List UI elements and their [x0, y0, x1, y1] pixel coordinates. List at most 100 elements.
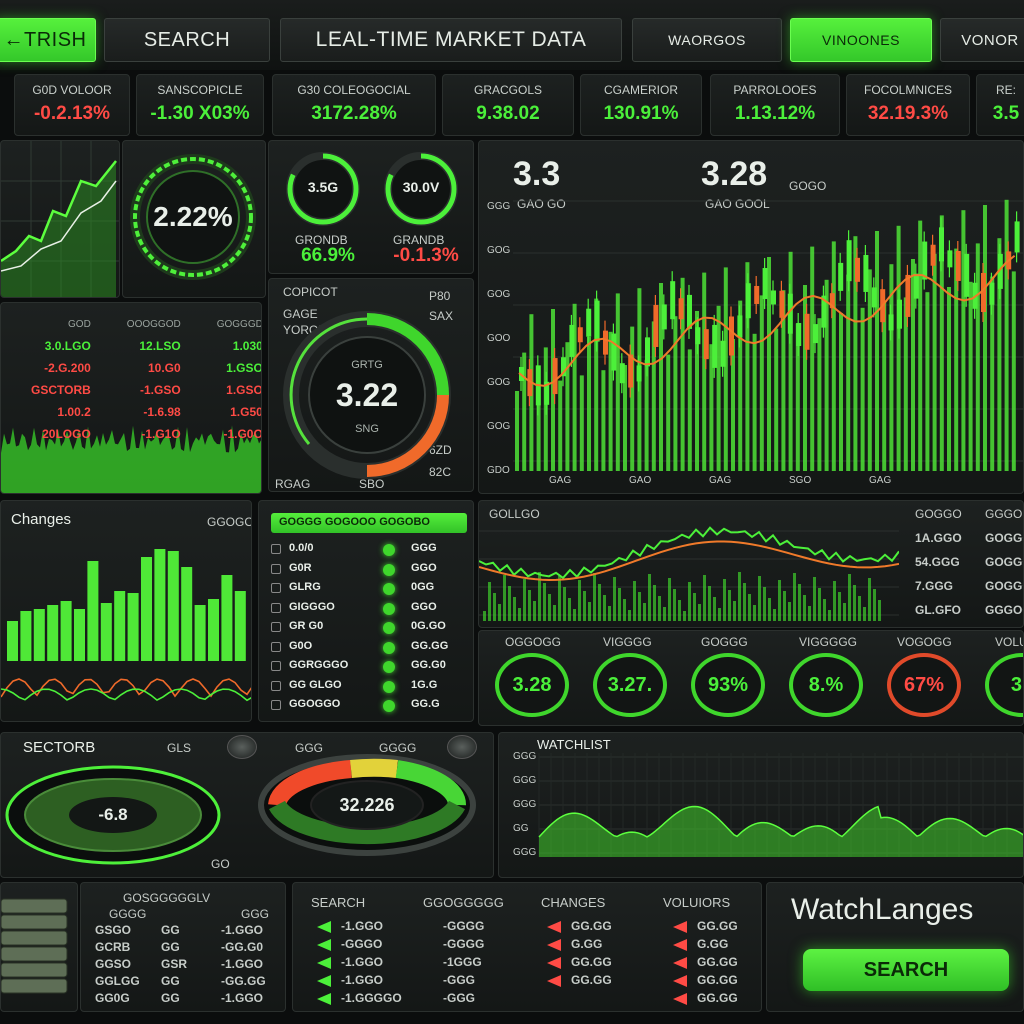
list-item[interactable]: GG GLGO 1G.G: [271, 678, 467, 696]
list-item[interactable]: GLRG 0GG: [271, 580, 467, 598]
volume-bar: [673, 589, 676, 621]
table-row[interactable]: -2.G.200 10.G0 1.GSO: [1, 357, 262, 379]
table-row[interactable]: GSCTORB -1.GSO 1.GSO: [1, 379, 261, 401]
table-cell: 1.GSO: [226, 361, 262, 375]
volume-bar: [613, 577, 616, 621]
volume-bar: [813, 577, 816, 621]
list-item[interactable]: GIGGGO GGO: [271, 600, 467, 618]
volume-bar: [673, 316, 678, 471]
volume-bar: [703, 575, 706, 621]
ring-inner: 3.5G: [307, 179, 339, 195]
candle: [947, 250, 953, 268]
sectors-right-value: 32.226: [339, 795, 395, 815]
volume-bar: [1011, 271, 1016, 471]
list-item-value: GGG: [411, 542, 437, 554]
volume-bar: [758, 576, 761, 621]
volume-bar: [668, 578, 671, 621]
volume-bar: [573, 609, 576, 621]
changes-bar-chart: [1, 549, 251, 702]
volume-bar: [648, 574, 651, 621]
candle: [863, 254, 869, 292]
list-item-icon: [271, 641, 281, 652]
ticker-card[interactable]: PARROLOOES 1.13.12%: [710, 74, 840, 136]
volume-bar: [587, 337, 591, 471]
back-button[interactable]: ←TRISH: [0, 18, 96, 62]
ticker-card[interactable]: GRACGOLS 9.38.02: [442, 74, 574, 136]
bottom-cell: -1GGG: [443, 955, 482, 969]
candle: [661, 304, 667, 330]
table-header-cell: OOOGGOD: [126, 318, 181, 330]
candle: [989, 282, 995, 305]
list-item-icon: [271, 544, 281, 554]
volume-bar: [533, 601, 536, 621]
list-item-name: 0.0/0: [289, 542, 314, 554]
metric-dial[interactable]: 67%: [887, 653, 961, 717]
table-row[interactable]: 3.0.LGO 12.LSO 1.030: [1, 335, 261, 357]
ticker-value: 9.38.02: [476, 103, 540, 124]
table-cell: -1.G1O: [141, 427, 181, 441]
search-button[interactable]: SEARCH: [104, 18, 270, 62]
change-bar: [208, 599, 219, 661]
list-item-value: GGO: [411, 561, 437, 574]
bottom-cell: -1.GGO: [221, 957, 264, 971]
volume-bar: [558, 380, 563, 471]
table-row[interactable]: 20LOGO -1.G1O -1.G0O: [1, 423, 261, 445]
volume-bar: [843, 603, 846, 621]
bottom-col0-sub-2: GGG: [241, 907, 270, 921]
metric-dial[interactable]: 3.27.: [593, 653, 667, 717]
mid-table-cell: 54.GGG: [915, 555, 960, 569]
bottom-cell: G.GG: [697, 937, 729, 951]
bottom-cell: -GGGO: [341, 937, 383, 951]
list-item[interactable]: 0.0/0 GGG: [271, 541, 467, 559]
ticker-card[interactable]: CGAMERIOR 130.91%: [580, 74, 702, 136]
watch-search-button[interactable]: SEARCH: [803, 949, 1009, 991]
metric-label: OGGOGG: [505, 635, 562, 649]
bottom-cell: GG: [161, 974, 180, 988]
metric-dial[interactable]: 93%: [691, 653, 765, 717]
bottom-cell: GGSO: [95, 957, 132, 971]
list-status-dot: [383, 602, 395, 615]
volume-bar: [925, 292, 930, 471]
table-cell: 1.G50: [230, 405, 262, 419]
bottom-cell: GG: [161, 923, 180, 937]
metric-dial[interactable]: 8.%: [789, 653, 863, 717]
volume-bar: [548, 594, 551, 621]
list-item[interactable]: GGOGGO GG.G: [271, 697, 467, 715]
mini-line-chart: [0, 140, 120, 298]
watch-panel-title: WatchLanges: [791, 893, 974, 926]
ticker-card[interactable]: FOCOLMNICES 32.19.3%: [846, 74, 970, 136]
volume-button[interactable]: VONOR: [940, 18, 1024, 62]
watch-y-label: GGG: [513, 847, 537, 858]
candle: [955, 250, 961, 281]
mid-chart-panel: GOLLGO GOGGO 1A.GGO 54.GGG 7.GGG GL.GFO GGGO G…: [478, 500, 1024, 628]
candle: [888, 314, 894, 331]
ticker-label: RE:: [995, 83, 1016, 97]
main-gauge-label: GRTG: [351, 359, 383, 371]
volumes-button[interactable]: VINOONES: [790, 18, 932, 62]
mid-table-cell: GGGOG: [985, 507, 1023, 521]
ticker-card[interactable]: G30 COLEOGOCIAL 3172.28%: [272, 74, 436, 136]
list-item-name: GG GLGO: [289, 678, 342, 691]
watch-y-label: GG: [513, 823, 529, 834]
table-row[interactable]: 1.00.2 -1.6.98 1.G50: [1, 401, 262, 423]
metric-dial[interactable]: 31: [985, 653, 1023, 717]
metric-dial[interactable]: 3.28: [495, 653, 569, 717]
bottom-col0-sub-1: GGGG: [109, 907, 147, 921]
list-header: GOGGG GOGOOO GOGOBO: [271, 513, 467, 533]
ticker-card[interactable]: RE: 3.5: [976, 74, 1024, 136]
volume-bar: [961, 210, 966, 471]
ticker-card[interactable]: G0D VOLOOR -0.2.13%: [14, 74, 130, 136]
ticker-card[interactable]: SANSCOPICLE -1.30 X03%: [136, 74, 264, 136]
ring-inner: 30.0V: [402, 179, 440, 195]
down-arrow-icon: [547, 975, 561, 987]
list-item[interactable]: G0R GGO: [271, 561, 467, 579]
list-item[interactable]: G0O GG.GG: [271, 639, 467, 657]
bottom-cell: GG.GG: [697, 973, 738, 987]
list-item[interactable]: GR G0 0G.GO: [271, 619, 467, 637]
volume-bar: [932, 253, 937, 471]
list-item[interactable]: GGRGGGO GG.G0: [271, 658, 467, 676]
table-cell: GSCTORB: [31, 383, 91, 397]
volume-bar: [723, 579, 726, 621]
change-bar: [114, 591, 126, 661]
watchlist-button[interactable]: WAORGOS: [632, 18, 782, 62]
